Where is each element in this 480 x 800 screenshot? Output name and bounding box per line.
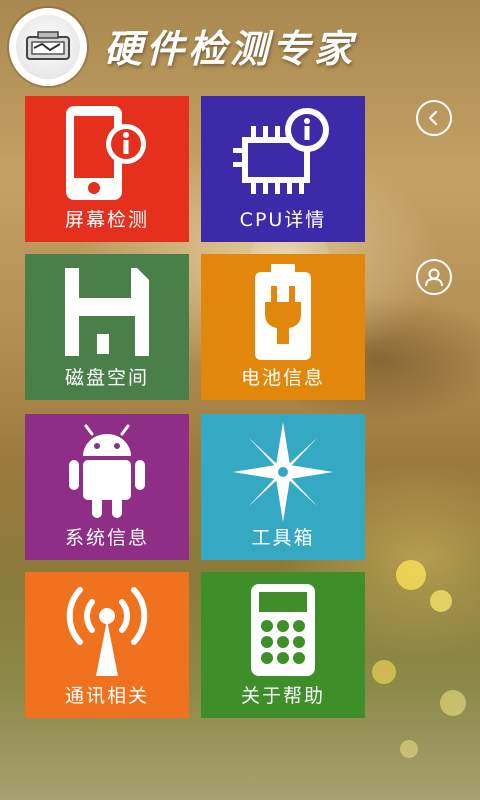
- tile-label: 磁盘空间: [64, 367, 149, 389]
- background-bokeh: [430, 590, 452, 612]
- app-logo: [9, 8, 87, 86]
- floppy-disk-icon: [25, 262, 189, 362]
- app-header: 硬件检测专家: [0, 0, 480, 92]
- back-arrow-icon: [426, 110, 442, 126]
- background-bokeh: [372, 660, 396, 684]
- tile-label: 电池信息: [240, 367, 325, 389]
- app-title: 硬件检测专家: [104, 26, 357, 71]
- tile-label: 通讯相关: [64, 685, 149, 707]
- background-bokeh: [440, 690, 466, 716]
- user-profile-button[interactable]: [416, 259, 452, 295]
- hardware-logo-icon: [16, 15, 80, 79]
- user-profile-icon: [423, 266, 445, 288]
- tile-about-help[interactable]: 关于帮助: [201, 572, 365, 718]
- tile-battery-info[interactable]: 电池信息: [201, 254, 365, 400]
- phone-info-icon: [25, 104, 189, 204]
- tile-label: CPU详情: [239, 209, 327, 231]
- compass-star-icon: [201, 422, 365, 522]
- tile-label: 关于帮助: [240, 685, 325, 707]
- tile-label: 工具箱: [251, 527, 315, 549]
- tile-cpu-details[interactable]: CPU详情: [201, 96, 365, 242]
- tile-label: 屏幕检测: [64, 209, 149, 231]
- battery-plug-icon: [201, 262, 365, 362]
- chip-info-icon: [201, 104, 365, 204]
- tile-label: 系统信息: [64, 527, 149, 549]
- tile-toolbox[interactable]: 工具箱: [201, 414, 365, 560]
- tile-disk-space[interactable]: 磁盘空间: [25, 254, 189, 400]
- signal-tower-icon: [25, 580, 189, 680]
- tile-system-info[interactable]: 系统信息: [25, 414, 189, 560]
- calculator-icon: [201, 580, 365, 680]
- android-icon: [25, 422, 189, 522]
- tile-communication[interactable]: 通讯相关: [25, 572, 189, 718]
- background-bokeh: [400, 740, 418, 758]
- back-button[interactable]: [416, 100, 452, 136]
- background-bokeh: [396, 560, 426, 590]
- tile-screen-test[interactable]: 屏幕检测: [25, 96, 189, 242]
